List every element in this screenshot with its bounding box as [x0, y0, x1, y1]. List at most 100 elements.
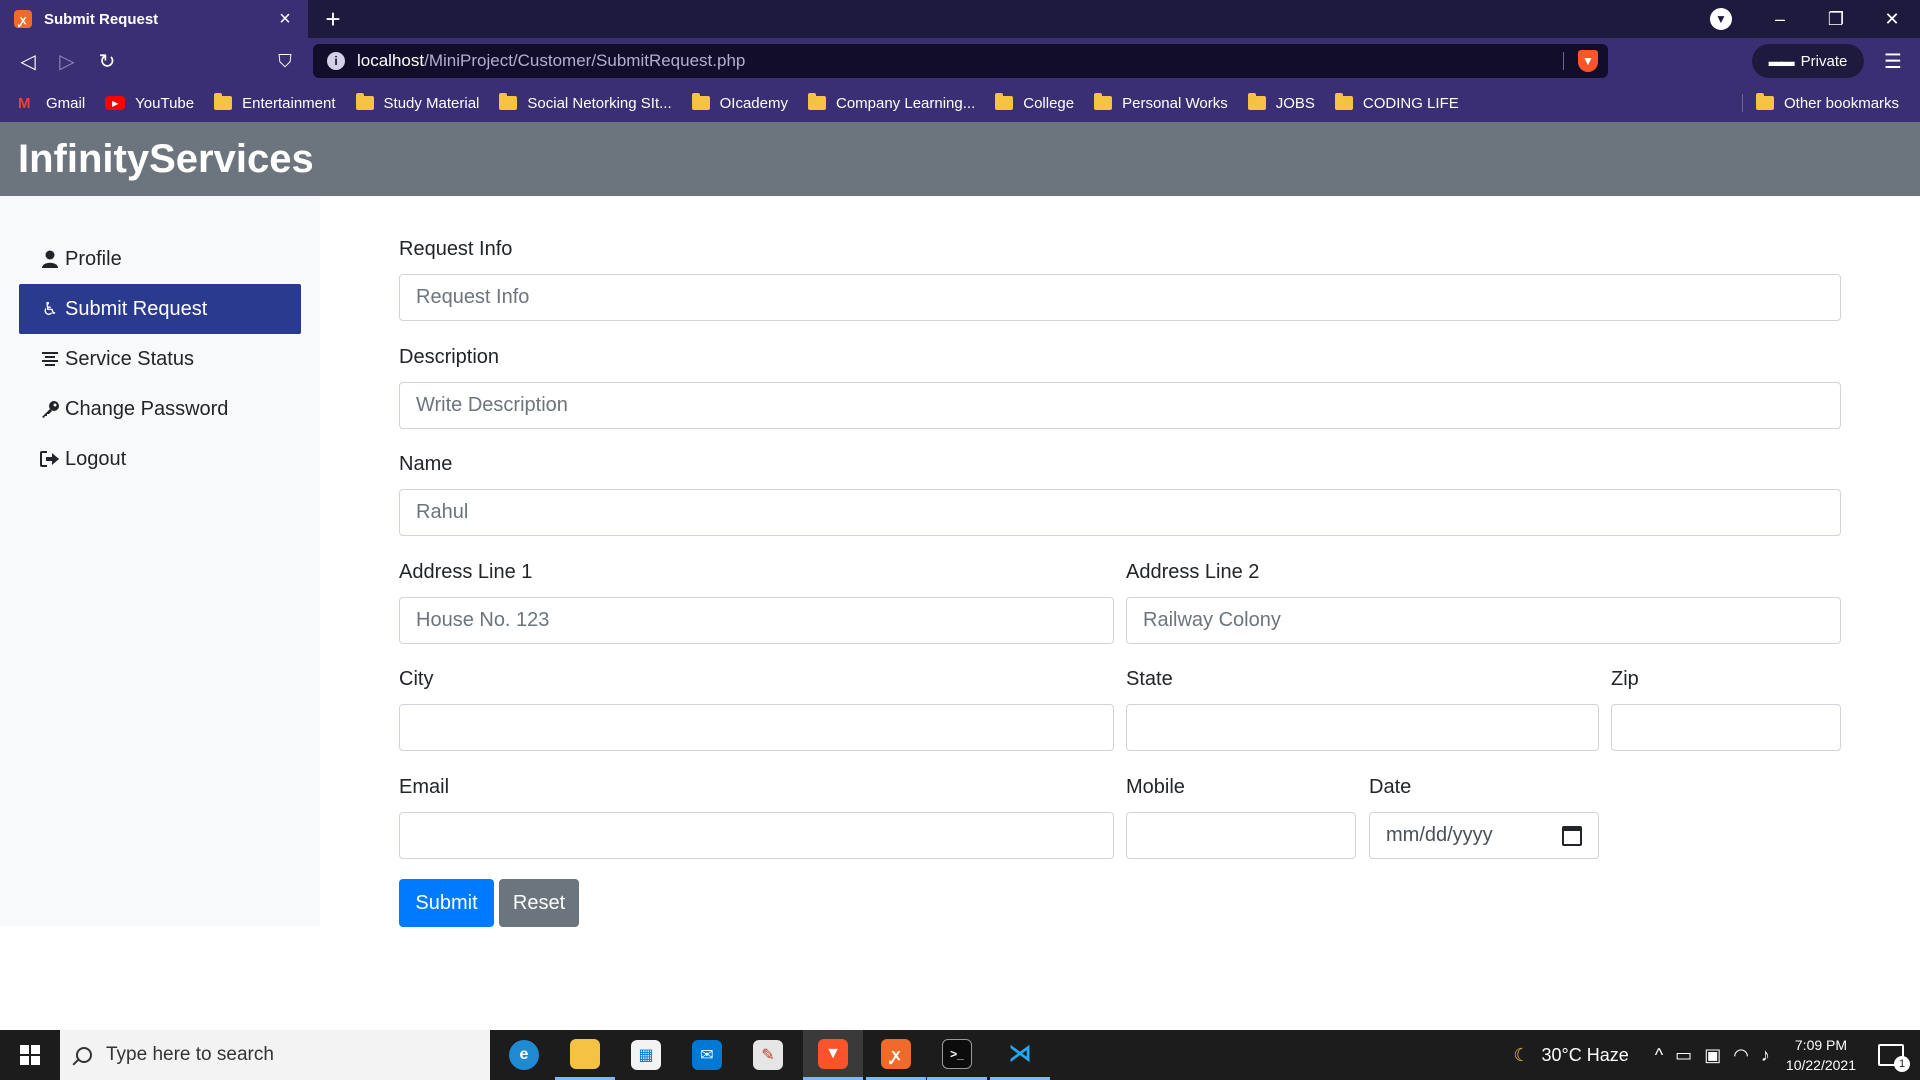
- folder-icon: [1334, 93, 1353, 110]
- bookmark-social-networking[interactable]: Social Netorking SIt...: [499, 93, 672, 112]
- bookmark-college[interactable]: College: [995, 93, 1075, 112]
- bookmark-page-icon[interactable]: ⛉: [270, 46, 300, 76]
- request-info-input[interactable]: Request Info: [399, 274, 1841, 321]
- taskbar-mail[interactable]: ✉: [677, 1030, 737, 1080]
- browser-tab[interactable]: ꭙ Submit Request ×: [0, 0, 308, 38]
- zip-input[interactable]: [1611, 704, 1841, 751]
- site-info-icon[interactable]: i: [327, 52, 345, 70]
- taskbar-vscode[interactable]: ⋊: [990, 1030, 1050, 1080]
- weather-moon-icon: ☾: [1513, 1044, 1530, 1065]
- bookmark-label: College: [1023, 94, 1075, 112]
- battery-icon[interactable]: ▭: [1675, 1045, 1692, 1066]
- weather-text[interactable]: 30°C Haze: [1541, 1045, 1628, 1066]
- calendar-icon[interactable]: [1562, 825, 1582, 846]
- state-input[interactable]: [1126, 704, 1599, 751]
- address-line-1-input[interactable]: House No. 123: [399, 597, 1114, 644]
- city-label: City: [399, 668, 434, 690]
- taskbar-terminal[interactable]: >_: [927, 1030, 987, 1080]
- brand-title[interactable]: InfinityServices: [18, 137, 314, 182]
- request-info-label: Request Info: [399, 238, 513, 260]
- bookmark-jobs[interactable]: JOBS: [1247, 93, 1315, 112]
- date-placeholder: mm/dd/yyyy: [1386, 824, 1493, 846]
- sidebar-item-profile[interactable]: Profile: [19, 234, 301, 284]
- taskbar-search[interactable]: Type here to search: [60, 1030, 490, 1080]
- brave-shields-icon[interactable]: ▼: [1578, 50, 1598, 72]
- windows-logo-icon: [20, 1045, 40, 1065]
- gmail-icon: M: [18, 94, 31, 112]
- other-bookmarks[interactable]: Other bookmarks: [1756, 84, 1899, 122]
- state-label: State: [1126, 668, 1173, 690]
- email-input[interactable]: [399, 812, 1114, 859]
- bookmark-label: Study Material: [383, 94, 480, 112]
- chevron-up-icon[interactable]: ^: [1655, 1045, 1663, 1066]
- bookmark-gmail[interactable]: M Gmail: [18, 95, 85, 112]
- back-icon[interactable]: ◁: [13, 46, 43, 76]
- bookmark-personal-works[interactable]: Personal Works: [1094, 93, 1228, 112]
- taskbar-edge[interactable]: e: [494, 1030, 554, 1080]
- wifi-icon[interactable]: ◠: [1733, 1045, 1749, 1066]
- taskbar-brave[interactable]: ▼: [803, 1030, 863, 1080]
- close-window-icon[interactable]: ✕: [1864, 0, 1920, 38]
- tab-search-icon[interactable]: ▼: [1710, 8, 1732, 30]
- bookmarks-divider: [1742, 94, 1743, 112]
- taskbar-store[interactable]: ▦: [616, 1030, 676, 1080]
- browser-menu-icon[interactable]: ☰: [1878, 46, 1908, 76]
- taskbar-xampp[interactable]: ꭙ: [866, 1030, 926, 1080]
- name-input[interactable]: Rahul: [399, 489, 1841, 536]
- restore-icon[interactable]: ❐: [1808, 0, 1864, 38]
- store-icon: ▦: [631, 1040, 661, 1070]
- bookmark-coding-life[interactable]: CODING LIFE: [1334, 93, 1459, 112]
- sidebar-item-label: Logout: [65, 447, 127, 470]
- new-tab-button[interactable]: +: [318, 4, 348, 34]
- bookmark-youtube[interactable]: ▶ YouTube: [105, 95, 194, 112]
- sidebar-item-label: Change Password: [65, 397, 229, 420]
- start-button[interactable]: [0, 1030, 60, 1080]
- url-host: localhost: [357, 51, 425, 70]
- bookmarks-bar: M Gmail ▶ YouTube Entertainment Study Ma…: [0, 84, 1920, 122]
- address-line-2-label: Address Line 2: [1126, 561, 1260, 583]
- other-bookmarks-label: Other bookmarks: [1784, 94, 1900, 112]
- sidebar-item-change-password[interactable]: Change Password: [19, 384, 301, 434]
- close-tab-icon[interactable]: ×: [274, 8, 296, 31]
- brave-icon: ▼: [818, 1038, 848, 1069]
- bookmark-entertainment[interactable]: Entertainment: [214, 93, 336, 112]
- mobile-input[interactable]: [1126, 812, 1356, 859]
- bookmark-olcademy[interactable]: OIcademy: [691, 93, 788, 112]
- sidebar-item-label: Service Status: [65, 347, 194, 370]
- mail-icon: ✉: [692, 1040, 722, 1070]
- window-controls: – ❐ ✕: [1752, 0, 1920, 38]
- forward-icon[interactable]: ▷: [52, 46, 82, 76]
- folder-icon: [355, 93, 374, 110]
- private-glasses-icon: ▬▬: [1768, 53, 1795, 69]
- description-input[interactable]: Write Description: [399, 382, 1841, 429]
- minimize-icon[interactable]: –: [1752, 0, 1808, 38]
- terminal-icon: >_: [942, 1038, 972, 1069]
- system-tray: ☾ 30°C Haze ^ ▭ ▣ ◠ ♪ 7:09 PM 10/22/2021…: [1507, 1030, 1920, 1080]
- sidebar-item-submit-request[interactable]: ♿ Submit Request: [19, 284, 301, 334]
- address-line-1-label: Address Line 1: [399, 561, 533, 583]
- sidebar-item-label: Submit Request: [65, 297, 208, 320]
- city-input[interactable]: [399, 704, 1114, 751]
- reload-icon[interactable]: ↻: [92, 46, 122, 76]
- volume-icon[interactable]: ♪: [1761, 1045, 1770, 1066]
- reset-button[interactable]: Reset: [499, 879, 579, 927]
- camera-icon[interactable]: ▣: [1704, 1045, 1721, 1066]
- date-input[interactable]: mm/dd/yyyy: [1369, 812, 1599, 859]
- sidebar: Profile ♿ Submit Request Service Status …: [0, 196, 320, 926]
- bookmark-study-material[interactable]: Study Material: [355, 93, 480, 112]
- bookmark-company-learning[interactable]: Company Learning...: [807, 93, 975, 112]
- taskbar-clock[interactable]: 7:09 PM 10/22/2021: [1786, 1035, 1856, 1075]
- submit-button[interactable]: Submit: [399, 879, 494, 927]
- taskbar-paint[interactable]: ✎: [738, 1030, 798, 1080]
- folder-icon: [1094, 93, 1113, 110]
- address-line-2-input[interactable]: Railway Colony: [1126, 597, 1841, 644]
- sidebar-item-service-status[interactable]: Service Status: [19, 334, 301, 384]
- address-bar[interactable]: i localhost/MiniProject/Customer/SubmitR…: [313, 44, 1608, 78]
- xampp-icon: ꭙ: [881, 1038, 911, 1069]
- private-window-badge[interactable]: ▬▬ Private: [1752, 44, 1864, 78]
- taskbar-file-explorer[interactable]: [555, 1030, 615, 1080]
- notification-center-icon[interactable]: 1: [1878, 1044, 1910, 1072]
- xampp-favicon-icon: ꭙ: [14, 10, 32, 28]
- date-label: Date: [1369, 776, 1412, 798]
- sidebar-item-logout[interactable]: Logout: [19, 434, 301, 484]
